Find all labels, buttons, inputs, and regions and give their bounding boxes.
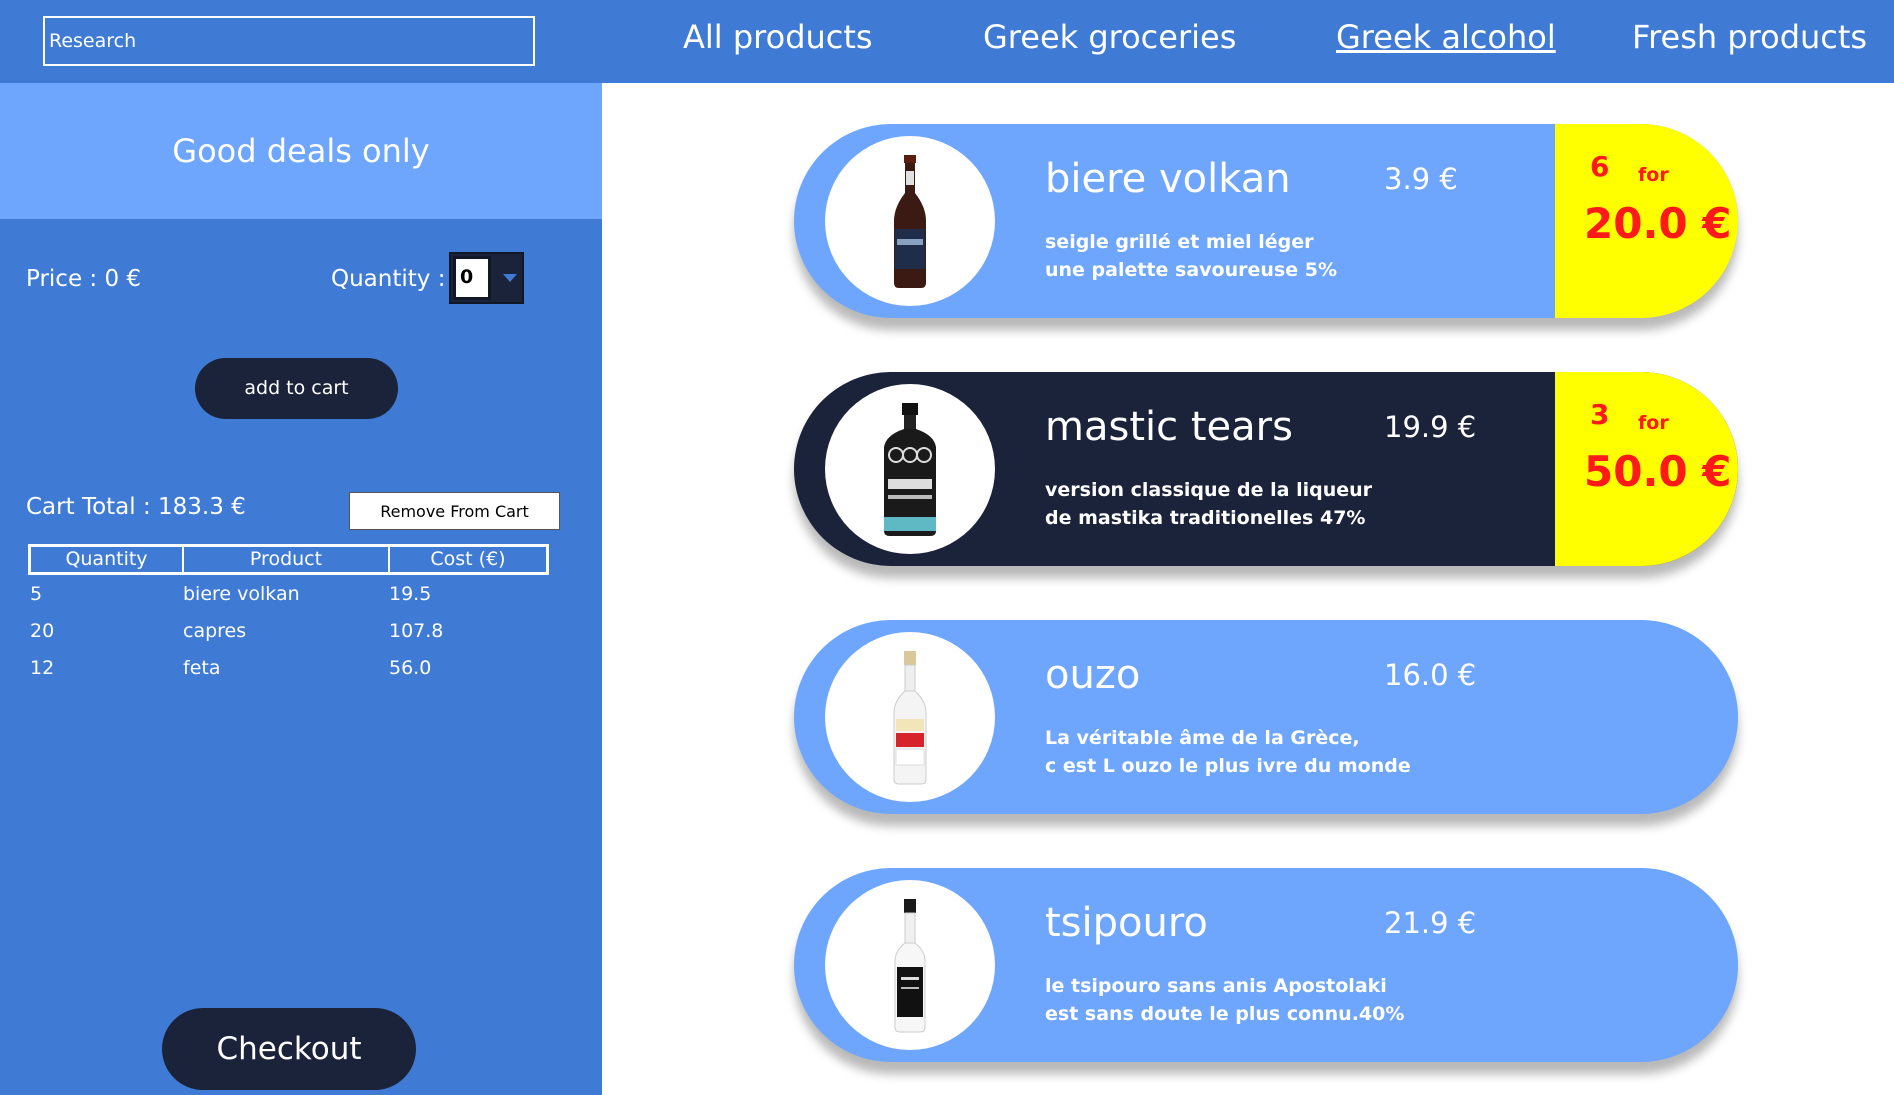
price-label: Price : 0 € bbox=[26, 266, 142, 292]
liqueur-bottle-icon bbox=[884, 403, 936, 536]
description-line: de mastika traditionelles 47% bbox=[1045, 507, 1366, 529]
product-image bbox=[825, 880, 995, 1050]
description-line: c est L ouzo le plus ivre du monde bbox=[1045, 755, 1411, 777]
quantity-select[interactable]: 0 bbox=[449, 252, 524, 304]
promo-quantity: 6 bbox=[1590, 150, 1610, 183]
product-price: 19.9 € bbox=[1384, 410, 1477, 444]
table-row[interactable]: 20 capres 107.8 bbox=[28, 612, 549, 649]
product-image bbox=[825, 632, 995, 802]
ouzo-bottle-icon bbox=[893, 651, 927, 785]
promo-price: 20.0 € bbox=[1584, 199, 1732, 248]
good-deals-filter[interactable]: Good deals only bbox=[0, 83, 602, 219]
column-quantity: Quantity bbox=[31, 547, 184, 572]
cart-quantity: 20 bbox=[30, 619, 55, 642]
promo-badge: 3 for 50.0 € bbox=[1555, 372, 1738, 566]
product-name: tsipouro bbox=[1045, 900, 1208, 946]
cart-cost: 56.0 bbox=[389, 656, 432, 679]
description-line: une palette savoureuse 5% bbox=[1045, 259, 1337, 281]
nav-fresh-products[interactable]: Fresh products bbox=[1632, 18, 1867, 56]
product-name: mastic tears bbox=[1045, 404, 1293, 450]
cart-table: Quantity Product Cost (€) 5 biere volkan… bbox=[28, 544, 549, 686]
product-description: le tsipouro sans anis Apostolaki est san… bbox=[1045, 972, 1404, 1028]
tsipouro-bottle-icon bbox=[894, 899, 926, 1033]
promo-badge: 6 for 20.0 € bbox=[1555, 124, 1738, 318]
cart-product: feta bbox=[183, 656, 221, 679]
nav-all-products[interactable]: All products bbox=[683, 18, 873, 56]
product-name: biere volkan bbox=[1045, 156, 1291, 202]
quantity-label: Quantity : bbox=[331, 266, 446, 292]
product-description: version classique de la liqueur de masti… bbox=[1045, 476, 1372, 532]
cart-table-header: Quantity Product Cost (€) bbox=[28, 544, 549, 575]
promo-for: for bbox=[1638, 164, 1669, 186]
description-line: La véritable âme de la Grèce, bbox=[1045, 727, 1360, 749]
promo-price: 50.0 € bbox=[1584, 447, 1732, 496]
product-price: 16.0 € bbox=[1384, 658, 1477, 692]
product-card-tsipouro[interactable]: tsipouro 21.9 € le tsipouro sans anis Ap… bbox=[794, 868, 1738, 1062]
description-line: seigle grillé et miel léger bbox=[1045, 231, 1314, 253]
table-row[interactable]: 5 biere volkan 19.5 bbox=[28, 575, 549, 612]
cart-quantity: 12 bbox=[30, 656, 55, 679]
product-image bbox=[825, 136, 995, 306]
nav-greek-alcohol[interactable]: Greek alcohol bbox=[1336, 18, 1556, 56]
description-line: version classique de la liqueur bbox=[1045, 479, 1372, 501]
product-description: La véritable âme de la Grèce, c est L ou… bbox=[1045, 724, 1411, 780]
column-cost: Cost (€) bbox=[430, 548, 506, 570]
product-card-biere-volkan[interactable]: biere volkan 3.9 € seigle grillé et miel… bbox=[794, 124, 1738, 318]
product-image bbox=[825, 384, 995, 554]
column-product: Product bbox=[184, 547, 390, 572]
beer-bottle-icon bbox=[894, 155, 926, 288]
product-price: 21.9 € bbox=[1384, 906, 1477, 940]
quantity-value: 0 bbox=[453, 256, 491, 300]
nav-greek-groceries[interactable]: Greek groceries bbox=[983, 18, 1236, 56]
add-to-cart-button[interactable]: add to cart bbox=[195, 358, 398, 419]
checkout-button[interactable]: Checkout bbox=[162, 1008, 416, 1090]
search-input[interactable] bbox=[43, 16, 535, 66]
product-name: ouzo bbox=[1045, 652, 1141, 698]
cart-product: biere volkan bbox=[183, 582, 300, 605]
cart-product: capres bbox=[183, 619, 247, 642]
cart-total: Cart Total : 183.3 € bbox=[26, 494, 246, 520]
table-row[interactable]: 12 feta 56.0 bbox=[28, 649, 549, 686]
product-description: seigle grillé et miel léger une palette … bbox=[1045, 228, 1337, 284]
remove-from-cart-button[interactable]: Remove From Cart bbox=[349, 492, 560, 530]
promo-for: for bbox=[1638, 412, 1669, 434]
product-card-mastic-tears[interactable]: mastic tears 19.9 € version classique de… bbox=[794, 372, 1738, 566]
description-line: le tsipouro sans anis Apostolaki bbox=[1045, 975, 1387, 997]
promo-quantity: 3 bbox=[1590, 398, 1610, 431]
product-price: 3.9 € bbox=[1384, 162, 1458, 196]
cart-cost: 19.5 bbox=[389, 582, 432, 605]
cart-cost: 107.8 bbox=[389, 619, 444, 642]
product-card-ouzo[interactable]: ouzo 16.0 € La véritable âme de la Grèce… bbox=[794, 620, 1738, 814]
chevron-down-icon[interactable] bbox=[495, 254, 524, 302]
cart-quantity: 5 bbox=[30, 582, 43, 605]
description-line: est sans doute le plus connu.40% bbox=[1045, 1003, 1405, 1025]
